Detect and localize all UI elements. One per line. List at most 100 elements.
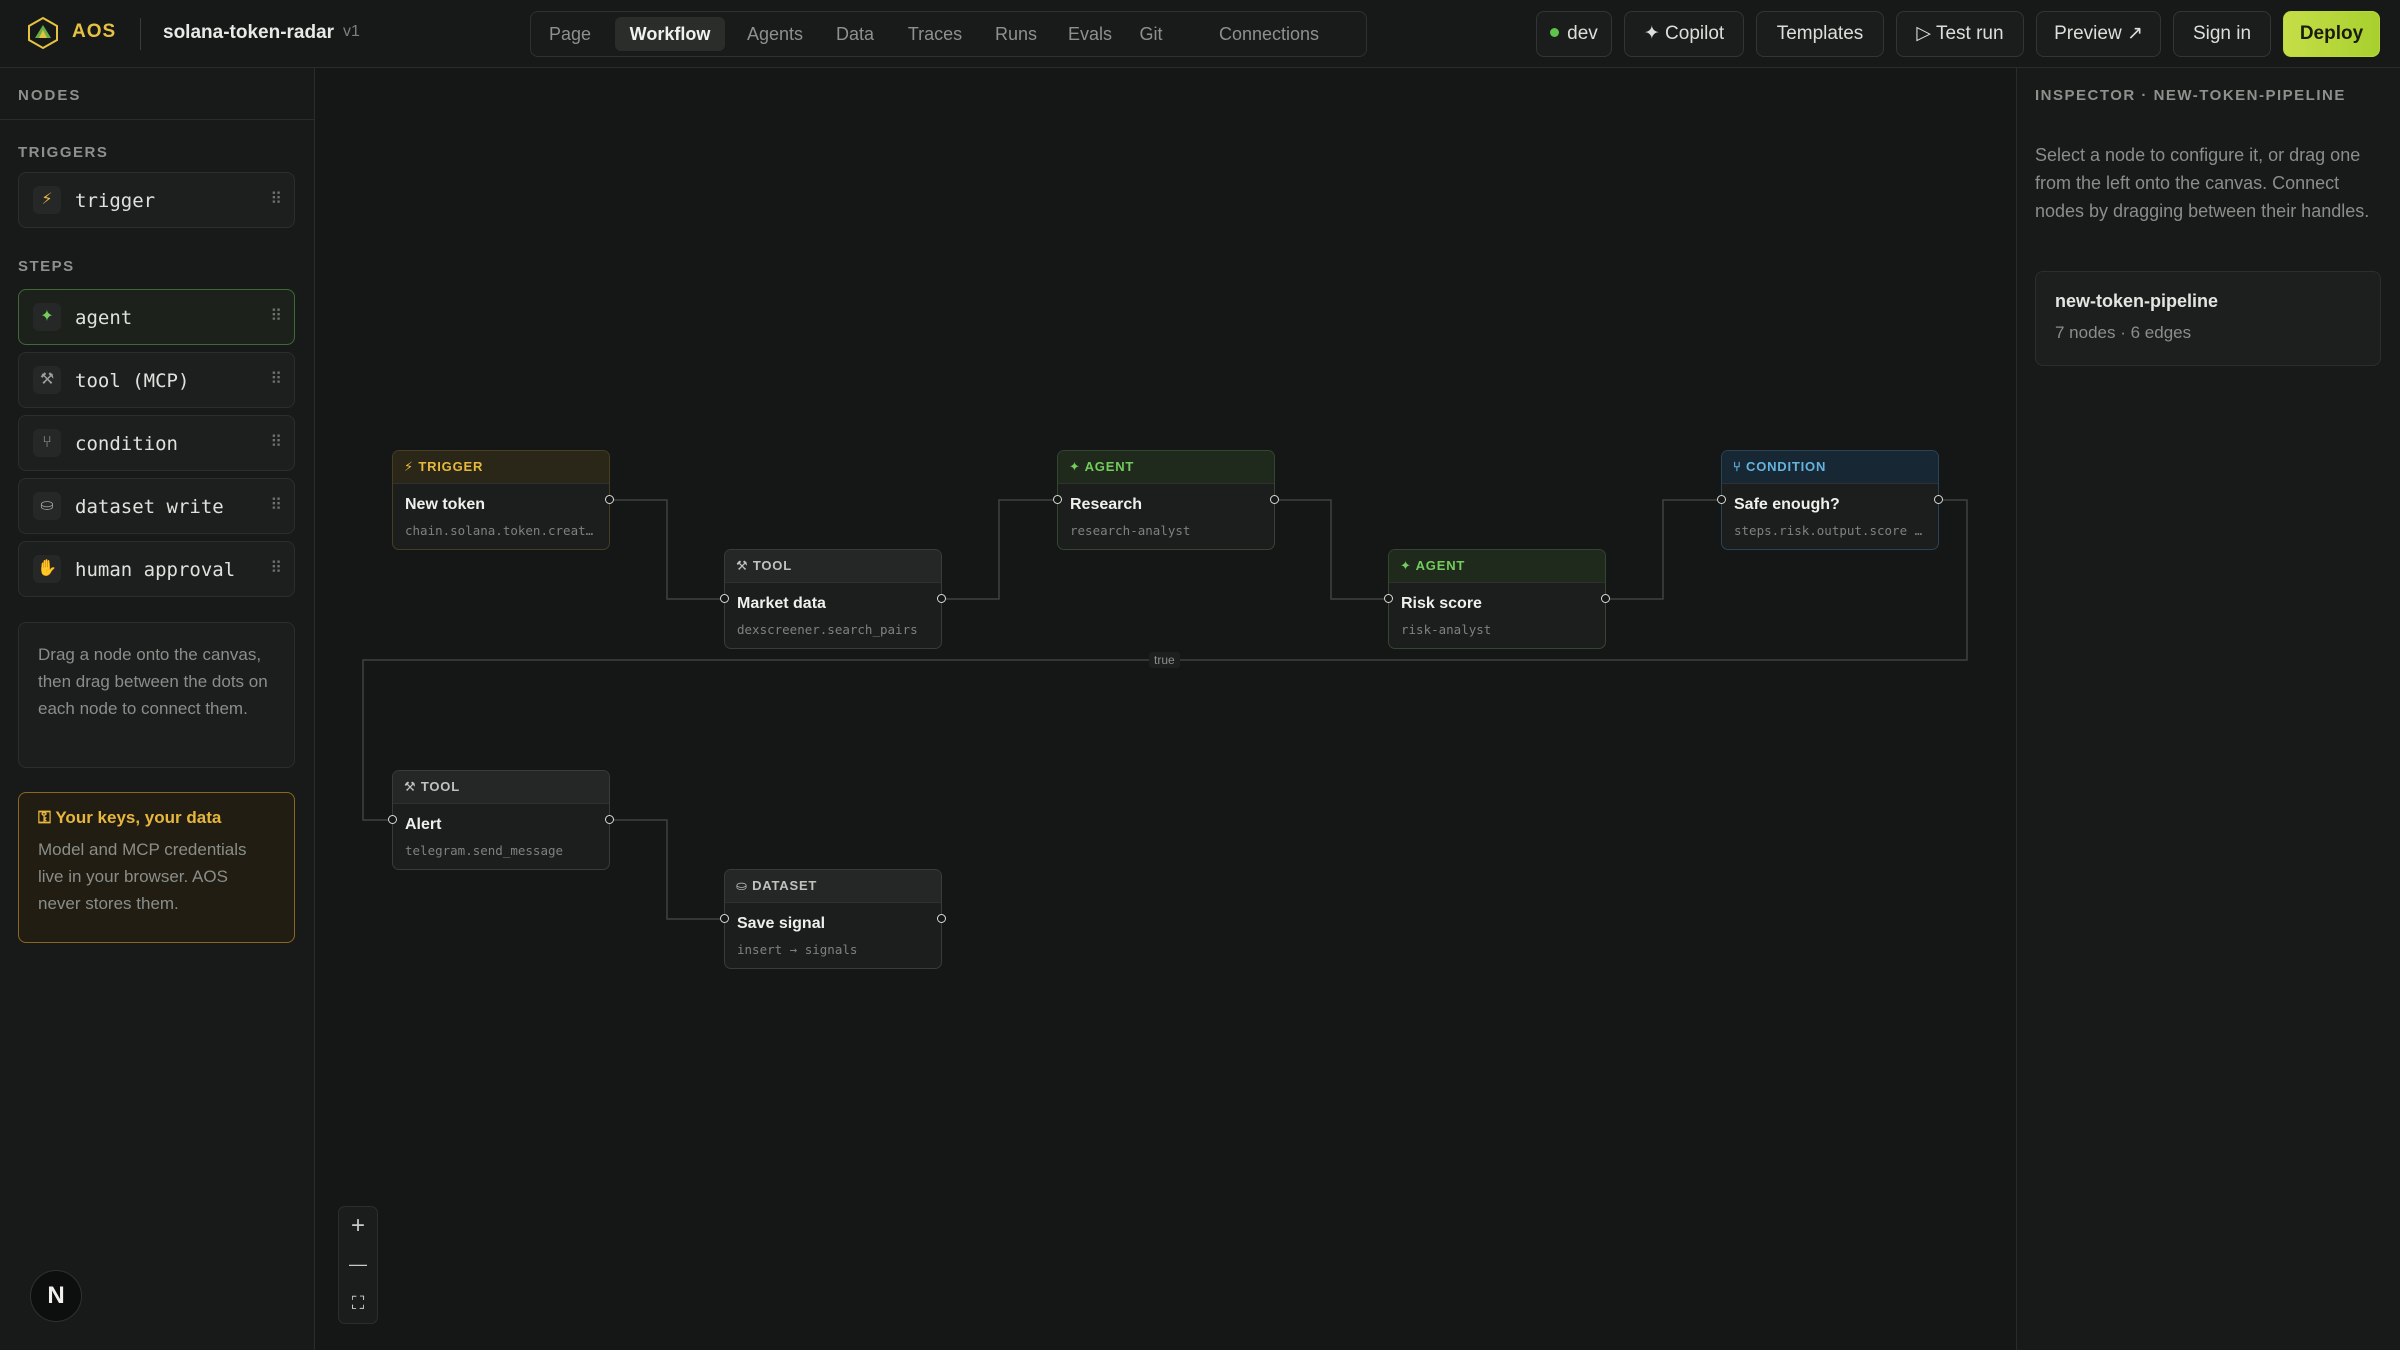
output-handle[interactable]	[605, 815, 614, 824]
node-type-tag: ⚒ TOOL	[725, 550, 941, 583]
palette-item-label: human approval	[75, 559, 236, 581]
tab-runs[interactable]: Runs	[984, 17, 1048, 51]
tab-traces[interactable]: Traces	[895, 17, 975, 51]
input-handle[interactable]	[720, 594, 729, 603]
palette-item-label: trigger	[75, 190, 156, 212]
project-version: v1	[343, 23, 360, 40]
preview-button[interactable]: Preview ↗	[2036, 11, 2161, 57]
sign-in-button[interactable]: Sign in	[2173, 11, 2271, 57]
sidebar-title: NODES	[0, 68, 314, 120]
node-subtitle: chain.solana.token.created	[405, 523, 601, 538]
palette-item-human-approval[interactable]: ✋ human approval ⠿	[18, 541, 295, 597]
drag-handle-icon[interactable]: ⠿	[270, 189, 282, 209]
brand-name: AOS	[72, 21, 117, 42]
palette-item-label: condition	[75, 433, 178, 455]
keys-notice-title: ⚿ Your keys, your data	[38, 808, 222, 827]
copilot-button[interactable]: ✦ Copilot	[1624, 11, 1744, 57]
key-icon: ⚿	[38, 808, 56, 827]
input-handle[interactable]	[1053, 495, 1062, 504]
node-title: Risk score	[1401, 595, 1482, 612]
node-market-data[interactable]: ⚒ TOOL Market data dexscreener.search_pa…	[720, 549, 946, 649]
inspector-description: Select a node to configure it, or drag o…	[2035, 145, 2370, 221]
inspector-title: INSPECTOR · NEW-TOKEN-PIPELINE	[2035, 87, 2346, 104]
drag-handle-icon[interactable]: ⠿	[270, 432, 282, 452]
node-type-tag: ✦ AGENT	[1389, 550, 1605, 583]
node-title: New token	[405, 496, 486, 513]
status-dot-icon	[1550, 28, 1560, 37]
zoom-in-icon[interactable]: +	[339, 1207, 377, 1245]
palette-item-tool[interactable]: ⚒ tool (MCP) ⠿	[18, 352, 295, 408]
edge-risk-score-to-condition	[1607, 499, 1720, 600]
divider	[140, 18, 141, 50]
node-research[interactable]: ✦ AGENT Research research-analyst	[1053, 450, 1279, 550]
palette-item-dataset-write[interactable]: ⛀ dataset write ⠿	[18, 478, 295, 534]
deploy-button[interactable]: Deploy	[2283, 11, 2380, 57]
logo-icon	[28, 16, 58, 50]
palette-item-label: agent	[75, 307, 133, 329]
node-type-tag: ⑂ CONDITION	[1722, 451, 1938, 484]
steps-section-label: STEPS	[18, 258, 75, 275]
node-title: Research	[1070, 496, 1143, 513]
input-handle[interactable]	[1717, 495, 1726, 504]
node-new-token[interactable]: ⚡ TRIGGER New token chain.solana.token.c…	[392, 450, 614, 550]
palette-item-condition[interactable]: ⑂ condition ⠿	[18, 415, 295, 471]
node-subtitle: telegram.send_message	[405, 843, 564, 858]
edge-layer	[362, 499, 1968, 920]
node-risk-score[interactable]: ✦ AGENT Risk score risk-analyst	[1384, 549, 1610, 649]
output-handle[interactable]	[1934, 495, 1943, 504]
top-bar: AOS solana-token-radar v1 Page Workflow …	[0, 0, 2400, 68]
tab-page[interactable]: Page	[539, 17, 601, 51]
output-handle[interactable]	[937, 914, 946, 923]
node-subtitle: research-analyst	[1070, 523, 1191, 538]
node-type-tag: ⛀ DATASET	[725, 870, 941, 903]
node-safe-enough[interactable]: ⑂ CONDITION Safe enough? steps.risk.outp…	[1717, 450, 1943, 550]
project-name[interactable]: solana-token-radar	[163, 22, 334, 44]
drag-handle-icon[interactable]: ⠿	[270, 495, 282, 515]
node-subtitle: risk-analyst	[1401, 622, 1492, 637]
node-alert[interactable]: ⚒ TOOL Alert telegram.send_message	[388, 770, 614, 870]
zoom-controls: + — ⛶	[338, 1206, 378, 1324]
drag-handle-icon[interactable]: ⠿	[270, 369, 282, 389]
drag-handle-icon[interactable]: ⠿	[270, 558, 282, 578]
templates-button[interactable]: Templates	[1756, 11, 1884, 57]
palette-item-label: tool (MCP)	[75, 370, 190, 392]
palette-item-label: dataset write	[75, 496, 224, 518]
output-handle[interactable]	[937, 594, 946, 603]
keys-notice: ⚿ Your keys, your data Model and MCP cre…	[18, 792, 295, 943]
drag-handle-icon[interactable]: ⠿	[270, 306, 282, 326]
tab-data[interactable]: Data	[824, 17, 886, 51]
node-title: Save signal	[737, 915, 826, 932]
input-handle[interactable]	[720, 914, 729, 923]
drag-help-text: Drag a node onto the canvas, then drag b…	[18, 622, 295, 768]
node-type-tag: ✦ AGENT	[1058, 451, 1274, 484]
pipeline-summary-card: new-token-pipeline 7 nodes · 6 edges	[2035, 271, 2381, 366]
node-palette-sidebar: NODES TRIGGERS ⚡ trigger ⠿ STEPS ✦ agent…	[0, 68, 315, 1350]
tab-evals[interactable]: Evals	[1057, 17, 1123, 51]
node-title: Safe enough?	[1734, 496, 1840, 513]
palette-item-agent[interactable]: ✦ agent ⠿	[18, 289, 295, 345]
tab-connections[interactable]: Connections	[1181, 17, 1357, 51]
output-handle[interactable]	[1601, 594, 1610, 603]
database-icon: ⛀	[33, 492, 61, 520]
test-run-button[interactable]: ▷ Test run	[1896, 11, 2024, 57]
zoom-out-icon[interactable]: —	[339, 1245, 377, 1283]
tool-icon: ⚒	[33, 366, 61, 394]
environment-selector[interactable]: dev	[1536, 11, 1612, 57]
node-title: Market data	[737, 595, 826, 612]
node-save-signal[interactable]: ⛀ DATASET Save signal insert → signals	[720, 869, 946, 969]
input-handle[interactable]	[388, 815, 397, 824]
palette-item-trigger[interactable]: ⚡ trigger ⠿	[18, 172, 295, 228]
output-handle[interactable]	[605, 495, 614, 504]
fit-view-icon[interactable]: ⛶	[339, 1284, 377, 1322]
input-handle[interactable]	[1384, 594, 1393, 603]
tab-git[interactable]: Git	[1131, 17, 1171, 51]
output-handle[interactable]	[1270, 495, 1279, 504]
edge-market-data-to-research	[942, 499, 1056, 600]
triggers-section-label: TRIGGERS	[18, 144, 109, 161]
avatar[interactable]: N	[30, 1270, 82, 1322]
tab-agents[interactable]: Agents	[735, 17, 815, 51]
node-type-tag: ⚡ TRIGGER	[393, 451, 609, 484]
sparkle-icon: ✦	[33, 303, 61, 331]
workflow-canvas[interactable]: true ⚡ TRIGGER New token chain.solana.to…	[315, 68, 2016, 1350]
tab-workflow[interactable]: Workflow	[615, 17, 725, 51]
